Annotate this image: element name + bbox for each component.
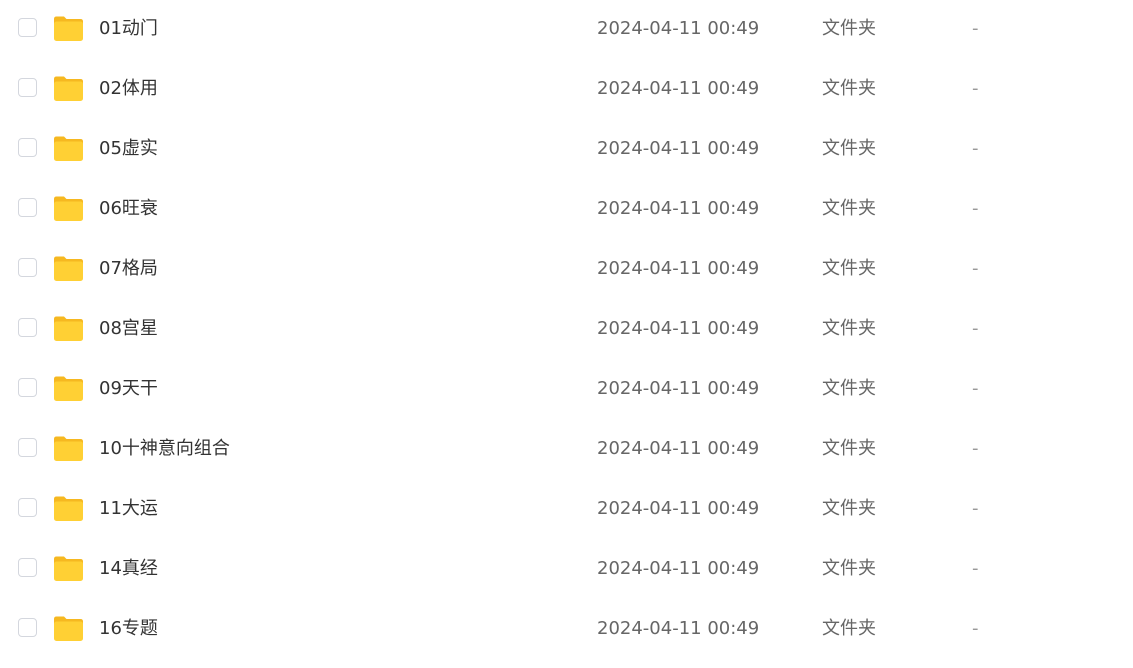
folder-icon <box>54 496 83 521</box>
row-checkbox[interactable] <box>18 78 37 97</box>
modified-date: 2024-04-11 00:49 <box>597 318 760 339</box>
file-list: 01动门 2024-04-11 00:49 文件夹 - 02体用 2024-04… <box>0 0 1133 668</box>
file-type: 文件夹 <box>822 438 876 459</box>
file-name[interactable]: 09天干 <box>99 377 158 401</box>
file-size: - <box>972 258 979 279</box>
file-row[interactable]: 05虚实 2024-04-11 00:49 文件夹 - <box>0 120 1133 180</box>
file-name[interactable]: 11大运 <box>99 497 158 521</box>
folder-icon <box>54 16 83 41</box>
file-size: - <box>972 138 979 159</box>
folder-icon <box>54 196 83 221</box>
folder-icon <box>54 316 83 341</box>
row-checkbox[interactable] <box>18 198 37 217</box>
row-checkbox[interactable] <box>18 138 37 157</box>
row-checkbox[interactable] <box>18 558 37 577</box>
modified-date: 2024-04-11 00:49 <box>597 498 760 519</box>
file-size: - <box>972 18 979 39</box>
file-type: 文件夹 <box>822 138 876 159</box>
file-size: - <box>972 78 979 99</box>
folder-icon <box>54 556 83 581</box>
file-type: 文件夹 <box>822 198 876 219</box>
row-checkbox[interactable] <box>18 498 37 517</box>
file-row[interactable]: 09天干 2024-04-11 00:49 文件夹 - <box>0 360 1133 420</box>
file-size: - <box>972 558 979 579</box>
file-row[interactable]: 14真经 2024-04-11 00:49 文件夹 - <box>0 540 1133 600</box>
file-size: - <box>972 438 979 459</box>
modified-date: 2024-04-11 00:49 <box>597 558 760 579</box>
file-row[interactable]: 08宫星 2024-04-11 00:49 文件夹 - <box>0 300 1133 360</box>
file-row[interactable]: 06旺衰 2024-04-11 00:49 文件夹 - <box>0 180 1133 240</box>
file-name[interactable]: 07格局 <box>99 257 158 281</box>
file-size: - <box>972 198 979 219</box>
file-type: 文件夹 <box>822 378 876 399</box>
row-checkbox[interactable] <box>18 438 37 457</box>
file-name[interactable]: 06旺衰 <box>99 197 158 221</box>
file-name[interactable]: 10十神意向组合 <box>99 437 230 461</box>
file-name[interactable]: 16专题 <box>99 617 158 641</box>
modified-date: 2024-04-11 00:49 <box>597 258 760 279</box>
file-name[interactable]: 02体用 <box>99 77 158 101</box>
file-type: 文件夹 <box>822 498 876 519</box>
row-checkbox[interactable] <box>18 378 37 397</box>
modified-date: 2024-04-11 00:49 <box>597 138 760 159</box>
file-type: 文件夹 <box>822 258 876 279</box>
file-name[interactable]: 08宫星 <box>99 317 158 341</box>
row-checkbox[interactable] <box>18 258 37 277</box>
row-checkbox[interactable] <box>18 318 37 337</box>
file-row[interactable]: 02体用 2024-04-11 00:49 文件夹 - <box>0 60 1133 120</box>
file-size: - <box>972 318 979 339</box>
folder-icon <box>54 616 83 641</box>
file-name[interactable]: 14真经 <box>99 557 158 581</box>
row-checkbox[interactable] <box>18 18 37 37</box>
file-size: - <box>972 498 979 519</box>
file-size: - <box>972 378 979 399</box>
modified-date: 2024-04-11 00:49 <box>597 78 760 99</box>
row-checkbox[interactable] <box>18 618 37 637</box>
folder-icon <box>54 256 83 281</box>
modified-date: 2024-04-11 00:49 <box>597 198 760 219</box>
modified-date: 2024-04-11 00:49 <box>597 378 760 399</box>
file-name[interactable]: 05虚实 <box>99 137 158 161</box>
folder-icon <box>54 376 83 401</box>
file-row[interactable]: 10十神意向组合 2024-04-11 00:49 文件夹 - <box>0 420 1133 480</box>
folder-icon <box>54 136 83 161</box>
file-type: 文件夹 <box>822 558 876 579</box>
file-row[interactable]: 07格局 2024-04-11 00:49 文件夹 - <box>0 240 1133 300</box>
file-size: - <box>972 618 979 639</box>
file-type: 文件夹 <box>822 18 876 39</box>
file-type: 文件夹 <box>822 318 876 339</box>
modified-date: 2024-04-11 00:49 <box>597 438 760 459</box>
file-type: 文件夹 <box>822 618 876 639</box>
file-name[interactable]: 01动门 <box>99 17 158 41</box>
file-type: 文件夹 <box>822 78 876 99</box>
folder-icon <box>54 436 83 461</box>
file-row[interactable]: 16专题 2024-04-11 00:49 文件夹 - <box>0 600 1133 660</box>
folder-icon <box>54 76 83 101</box>
modified-date: 2024-04-11 00:49 <box>597 18 760 39</box>
modified-date: 2024-04-11 00:49 <box>597 618 760 639</box>
file-row[interactable]: 11大运 2024-04-11 00:49 文件夹 - <box>0 480 1133 540</box>
file-row[interactable]: 01动门 2024-04-11 00:49 文件夹 - <box>0 0 1133 60</box>
